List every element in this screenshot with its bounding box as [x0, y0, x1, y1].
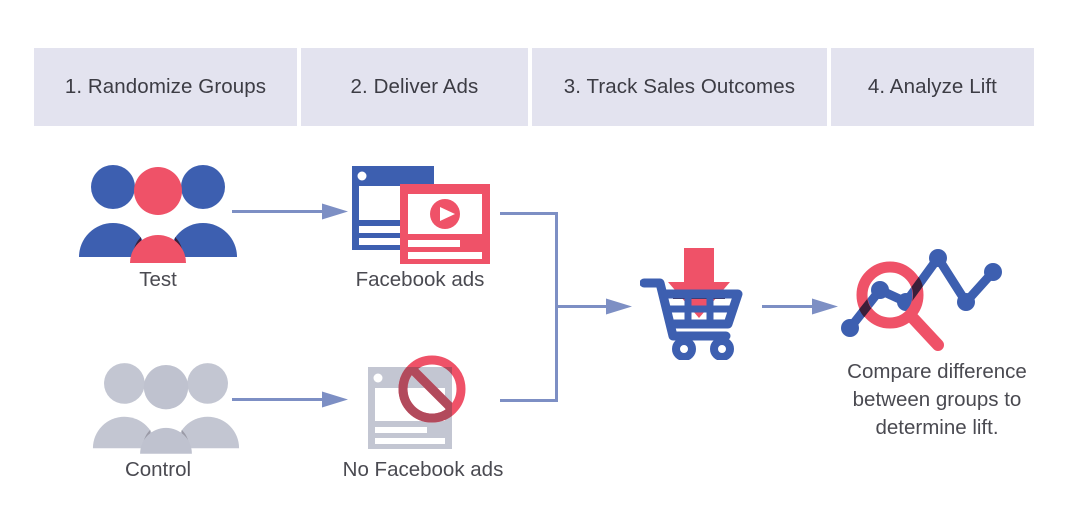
- line-chart-magnifier-icon: [841, 249, 1002, 351]
- analysis-caption-line-3: determine lift.: [875, 416, 999, 439]
- three-people-icon: [92, 363, 240, 454]
- test-group-label: Test: [139, 268, 177, 291]
- control-group-label: Control: [124, 458, 192, 481]
- merge-to-cart-arrow: [556, 298, 632, 315]
- shopping-cart-download-icon: [640, 248, 743, 360]
- two-ad-cards-icon: [352, 166, 490, 264]
- analysis-caption-line-2: between groups to: [852, 388, 1022, 411]
- facebook-ads-label: Facebook ads: [355, 268, 485, 291]
- test-to-ads-arrow: [232, 203, 348, 220]
- three-people-icon: [79, 165, 237, 263]
- ads-merge-bracket: [500, 212, 558, 402]
- diagram-canvas: 1. Randomize Groups 2. Deliver Ads 3. Tr…: [0, 0, 1078, 532]
- analysis-caption: Compare difference between groups to det…: [822, 358, 1052, 442]
- cart-to-analysis-arrow: [762, 298, 838, 315]
- no-facebook-ads-label: No Facebook ads: [342, 458, 504, 481]
- control-to-no-ads-arrow: [232, 391, 348, 408]
- ad-card-prohibited-icon: [368, 355, 466, 449]
- analysis-caption-line-1: Compare difference: [847, 360, 1027, 383]
